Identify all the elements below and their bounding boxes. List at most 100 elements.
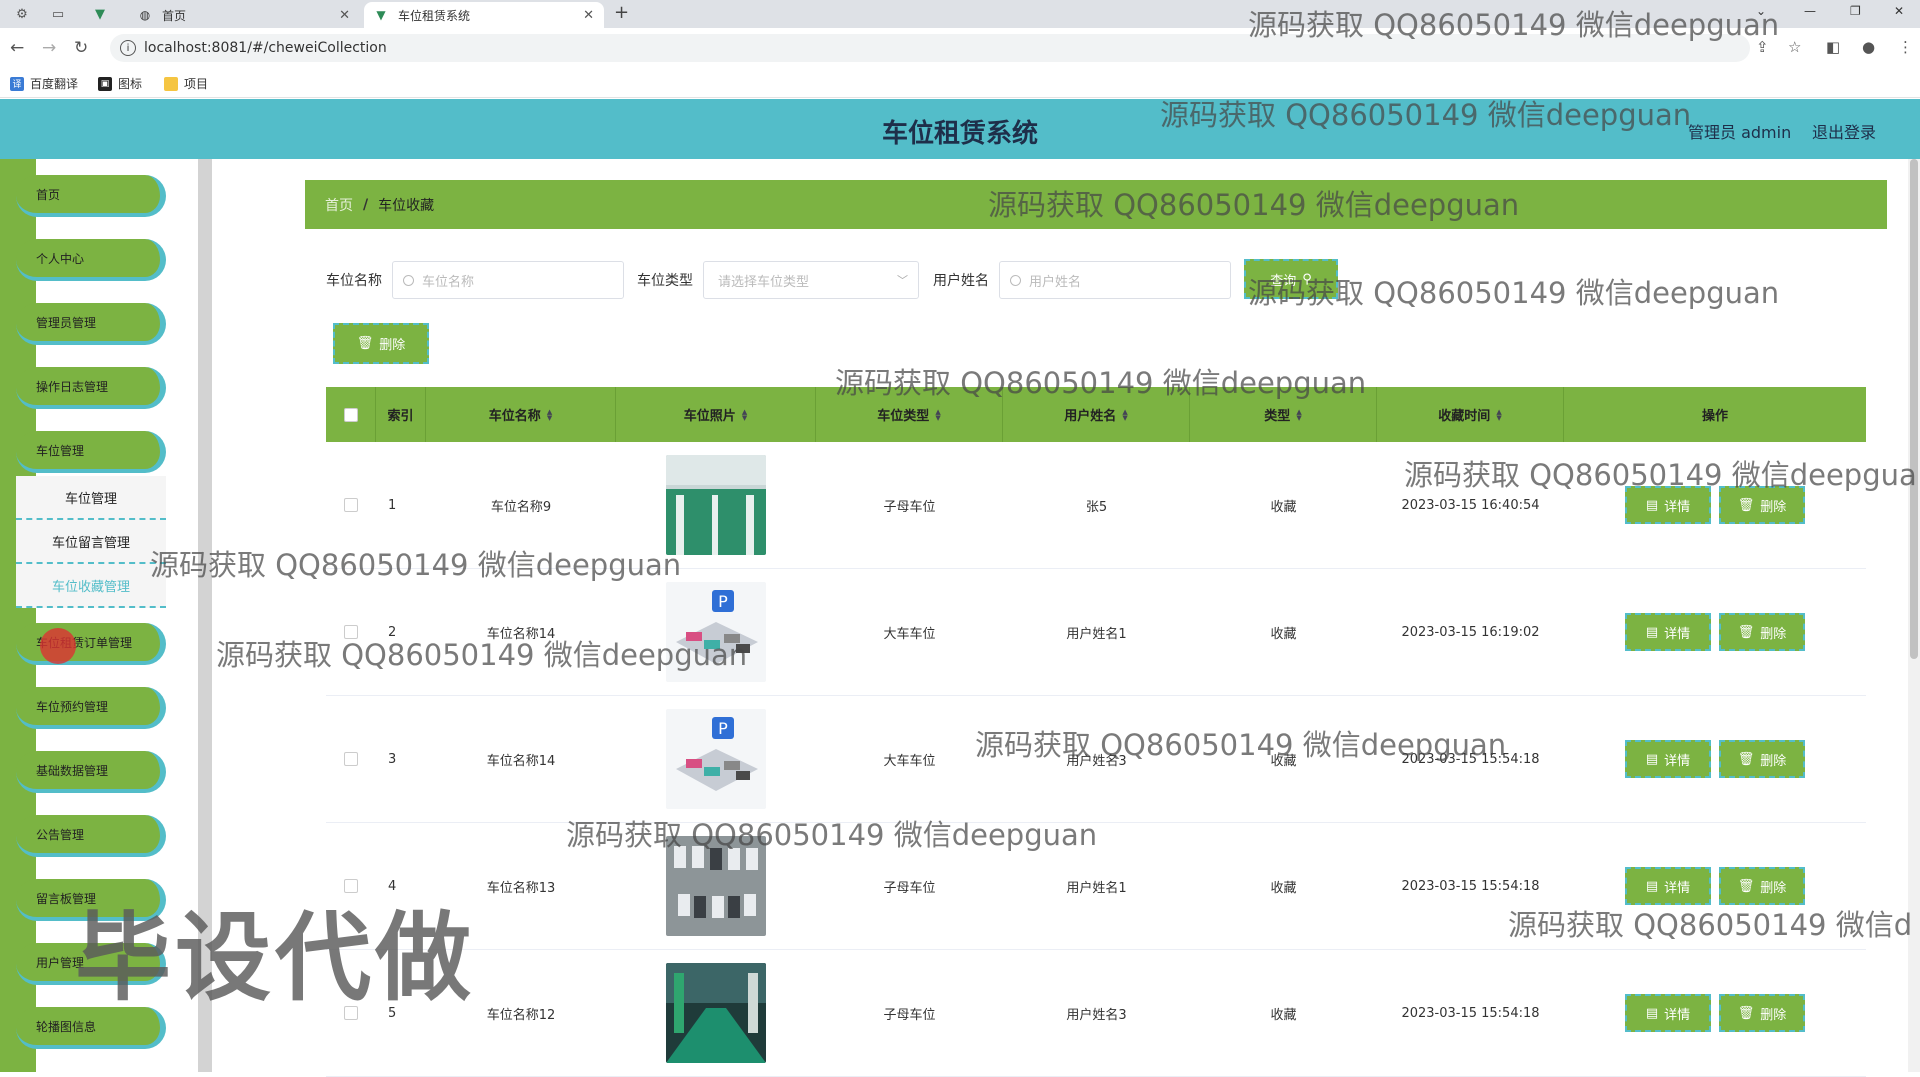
- detail-button[interactable]: ▤ 详情: [1625, 613, 1711, 651]
- reload-icon[interactable]: ↻: [74, 38, 88, 58]
- breadcrumb-home[interactable]: 首页: [325, 195, 353, 215]
- blank-tab-icon[interactable]: ▭: [48, 4, 68, 24]
- parking-photo[interactable]: P: [666, 709, 766, 809]
- logout-link[interactable]: 退出登录: [1812, 119, 1876, 143]
- breadcrumb-separator: /: [363, 196, 369, 213]
- admin-label: 管理员 admin: [1688, 123, 1792, 142]
- sidepanel-icon[interactable]: ◧: [1826, 38, 1840, 56]
- header-photo[interactable]: 车位照片 ▲ ▼: [616, 387, 816, 442]
- cell-type: 子母车位: [883, 1007, 936, 1023]
- sort-icon[interactable]: ▲ ▼: [935, 408, 940, 421]
- trash-icon: 🗑: [1737, 624, 1755, 640]
- menu-icon[interactable]: ⋮: [1898, 38, 1913, 56]
- watermark: 源码获取 QQ86050149 微信deepguan: [1248, 8, 1780, 42]
- delete-button[interactable]: 🗑 删除: [1719, 613, 1805, 651]
- submenu-parking-comments[interactable]: 车位留言管理: [16, 520, 166, 564]
- document-icon: ▤: [1645, 497, 1659, 513]
- bookmark-icons[interactable]: ▣ 图标: [98, 75, 142, 92]
- cell-time: 2023-03-15 15:54:18: [1401, 1005, 1540, 1021]
- submenu-parking-manage[interactable]: 车位管理: [16, 476, 166, 520]
- tab-active[interactable]: ▼ 车位租赁系统 ✕: [364, 2, 604, 28]
- sidebar-item-notices[interactable]: 公告管理: [16, 815, 166, 857]
- search-user-group: 用户姓名 用户姓名: [933, 260, 1231, 300]
- search-name-input[interactable]: 车位名称: [392, 261, 624, 299]
- profile-icon[interactable]: ●: [1862, 38, 1875, 56]
- tab-home[interactable]: ◍ 首页 ✕: [128, 2, 360, 28]
- star-icon[interactable]: ☆: [1788, 38, 1801, 56]
- detail-button[interactable]: ▤ 详情: [1625, 867, 1711, 905]
- watermark: 源码获取 QQ86050149 微信d: [1508, 908, 1913, 942]
- sidebar-item-profile[interactable]: 个人中心: [16, 239, 166, 281]
- svg-text:P: P: [718, 719, 728, 738]
- sort-icon[interactable]: ▲ ▼: [1296, 408, 1301, 421]
- folder-icon: [164, 76, 178, 91]
- url-text: localhost:8081/#/cheweiCollection: [144, 40, 387, 56]
- close-icon[interactable]: ✕: [583, 8, 594, 23]
- click-indicator: [40, 628, 76, 664]
- sidebar-item-reservations[interactable]: 车位预约管理: [16, 687, 166, 729]
- sidebar-item-rental-orders[interactable]: 车位租赁订单管理: [16, 623, 166, 665]
- document-icon: ▤: [1645, 751, 1659, 767]
- watermark: 源码获取 QQ86050149 微信deepguan: [216, 638, 748, 672]
- document-icon: ▤: [1645, 624, 1659, 640]
- header-time[interactable]: 收藏时间 ▲ ▼: [1377, 387, 1564, 442]
- sidebar-item-oplog[interactable]: 操作日志管理: [16, 367, 166, 409]
- sort-icon[interactable]: ▲ ▼: [1122, 408, 1127, 421]
- parking-photo[interactable]: [666, 455, 766, 555]
- sidebar-item-basedata[interactable]: 基础数据管理: [16, 751, 166, 793]
- select-all-checkbox[interactable]: [343, 407, 358, 422]
- forward-icon[interactable]: →: [42, 38, 56, 58]
- restore-icon[interactable]: ❐: [1850, 4, 1861, 18]
- row-checkbox[interactable]: [344, 498, 358, 512]
- batch-delete-label: 删除: [379, 338, 406, 353]
- detail-button[interactable]: ▤ 详情: [1625, 740, 1711, 778]
- detail-button[interactable]: ▤ 详情: [1625, 994, 1711, 1032]
- sort-icon[interactable]: ▲ ▼: [1496, 408, 1501, 421]
- watermark: 源码获取 QQ86050149 微信deepguan: [835, 366, 1367, 400]
- watermark: 源码获取 QQ86050149 微信deepguan: [988, 188, 1520, 222]
- search-type-label: 车位类型: [637, 273, 693, 289]
- delete-button[interactable]: 🗑 删除: [1719, 867, 1805, 905]
- delete-button[interactable]: 🗑 删除: [1719, 740, 1805, 778]
- batch-delete-button[interactable]: 🗑 删除: [333, 323, 429, 364]
- sidebar-item-parking[interactable]: 车位管理: [16, 431, 166, 473]
- search-type-group: 车位类型 请选择车位类型 ﹀: [637, 260, 919, 300]
- search-icon: [403, 274, 414, 286]
- delete-button[interactable]: 🗑 删除: [1719, 994, 1805, 1032]
- trash-icon: 🗑: [1737, 1005, 1755, 1021]
- watermark: 源码获取 QQ86050149 微信deepgua: [1404, 458, 1917, 492]
- browser-icon[interactable]: ⚙: [12, 4, 32, 24]
- minimize-icon[interactable]: —: [1804, 4, 1816, 18]
- watermark: 源码获取 QQ86050149 微信deepguan: [566, 818, 1098, 852]
- sort-icon[interactable]: ▲ ▼: [547, 408, 552, 421]
- globe-icon: ◍: [139, 8, 151, 22]
- document-icon: ▤: [1645, 878, 1659, 894]
- bookmark-baidu-translate[interactable]: 译 百度翻译: [10, 75, 78, 92]
- window-close-icon[interactable]: ✕: [1894, 4, 1904, 18]
- sidebar-item-admin[interactable]: 管理员管理: [16, 303, 166, 345]
- tab-home-title: 首页: [162, 8, 187, 23]
- sidebar-accent-bar: [0, 159, 36, 1072]
- close-icon[interactable]: ✕: [339, 8, 350, 23]
- header-name[interactable]: 车位名称 ▲ ▼: [426, 387, 616, 442]
- sort-icon[interactable]: ▲ ▼: [742, 408, 747, 421]
- new-tab-icon[interactable]: +: [614, 2, 629, 23]
- cell-user: 张5: [1085, 499, 1108, 515]
- back-icon[interactable]: ←: [10, 38, 24, 58]
- submenu-parking-collection[interactable]: 车位收藏管理: [16, 564, 166, 608]
- search-type-placeholder: 请选择车位类型: [718, 274, 810, 290]
- bookmark-label: 项目: [184, 77, 209, 91]
- parking-photo[interactable]: [666, 963, 766, 1063]
- vue-tab-icon[interactable]: ▼: [90, 4, 110, 24]
- document-icon: ▤: [1645, 1005, 1659, 1021]
- info-icon[interactable]: i: [120, 40, 136, 56]
- search-user-input[interactable]: 用户姓名: [999, 261, 1231, 299]
- translate-icon: 译: [10, 76, 24, 91]
- row-checkbox[interactable]: [344, 752, 358, 766]
- bookmark-project[interactable]: 项目: [164, 75, 208, 92]
- scrollbar-thumb[interactable]: [1910, 159, 1918, 659]
- sidebar-item-home[interactable]: 首页: [16, 175, 166, 217]
- search-name-group: 车位名称 车位名称: [326, 260, 624, 300]
- watermark: 源码获取 QQ86050149 微信deepguan: [975, 728, 1507, 762]
- search-type-select[interactable]: 请选择车位类型 ﹀: [703, 261, 919, 299]
